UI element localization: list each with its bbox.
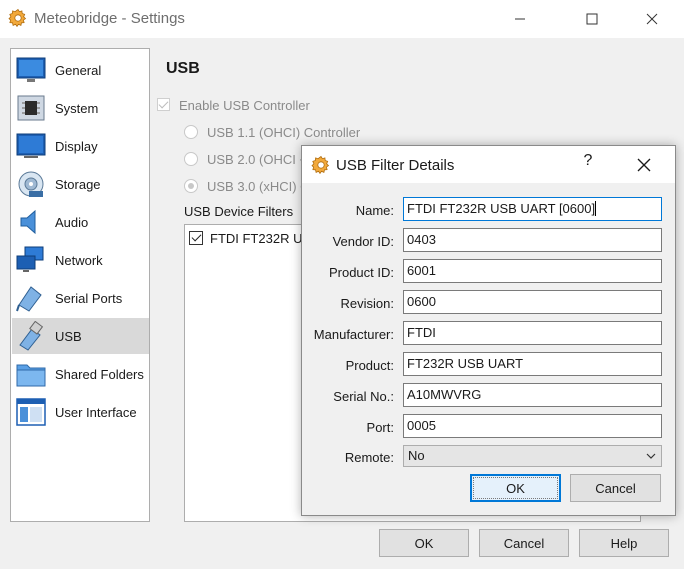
usb11-radio[interactable]: [184, 125, 198, 139]
remote-select[interactable]: No: [403, 445, 662, 467]
dialog-title: USB Filter Details: [336, 157, 455, 174]
usb-icon: [19, 321, 44, 351]
serial-field[interactable]: A10MWVRG: [403, 383, 662, 407]
sidebar-item-label: Network: [55, 253, 103, 268]
port-field[interactable]: 0005: [403, 414, 662, 438]
product-label: Product:: [345, 358, 394, 373]
gear-app-icon: [311, 155, 330, 175]
port-label: Port:: [366, 420, 394, 435]
remote-value: No: [408, 448, 425, 463]
usb30-radio[interactable]: [184, 179, 198, 193]
product-field[interactable]: FT232R USB UART: [403, 352, 662, 376]
gear-app-icon: [8, 8, 27, 28]
sidebar-item-label: General: [55, 63, 102, 78]
minimize-button[interactable]: [497, 0, 543, 38]
vendor-id-label: Vendor ID:: [332, 234, 394, 249]
sidebar-item-network[interactable]: Network: [12, 242, 149, 278]
dialog-close-icon[interactable]: [633, 154, 655, 176]
shared-folders-icon: [16, 364, 46, 387]
usb-filter-details-dialog: USB Filter Details ? Name: FTDI FT232R U…: [301, 145, 676, 516]
sidebar-item-user-interface[interactable]: User Interface: [12, 394, 149, 430]
dialog-help-button[interactable]: ?: [578, 152, 598, 174]
audio-icon: [20, 209, 36, 235]
usb11-label: USB 1.1 (OHCI) Controller: [207, 125, 361, 140]
remote-label: Remote:: [344, 450, 394, 465]
help-button[interactable]: Help: [579, 529, 669, 557]
sidebar-item-label: USB: [55, 329, 82, 344]
dialog-title-bar[interactable]: USB Filter Details ?: [302, 146, 675, 183]
usb20-radio[interactable]: [184, 152, 198, 166]
page-title: USB: [166, 60, 200, 77]
sidebar-item-usb[interactable]: USB: [12, 318, 149, 354]
manufacturer-label: Manufacturer:: [313, 327, 394, 342]
sidebar-item-serial-ports[interactable]: Serial Ports: [12, 280, 149, 316]
sidebar-item-system[interactable]: System: [12, 90, 149, 126]
sidebar-item-label: System: [55, 101, 99, 116]
settings-sidebar: General System Display Storage Audio Net…: [10, 48, 150, 522]
sidebar-item-display[interactable]: Display: [12, 128, 149, 164]
maximize-button[interactable]: [569, 0, 615, 38]
text-caret: [595, 201, 597, 216]
serial-label: Serial No.:: [333, 389, 394, 404]
filter-enabled-checkbox[interactable]: [189, 231, 203, 245]
sidebar-item-storage[interactable]: Storage: [12, 166, 149, 202]
dialog-ok-button[interactable]: OK: [470, 474, 561, 502]
revision-label: Revision:: [340, 296, 394, 311]
serial-ports-icon: [16, 286, 42, 312]
network-icon: [16, 246, 44, 272]
display-icon: [16, 133, 46, 158]
sidebar-item-audio[interactable]: Audio: [12, 204, 149, 240]
chevron-down-icon: [646, 453, 656, 459]
sidebar-item-label: Display: [55, 139, 98, 154]
sidebar-item-shared-folders[interactable]: Shared Folders: [12, 356, 149, 392]
revision-field[interactable]: 0600: [403, 290, 662, 314]
name-field[interactable]: FTDI FT232R USB UART [0600]: [403, 197, 662, 221]
product-id-label: Product ID:: [328, 265, 394, 280]
ok-button[interactable]: OK: [379, 529, 469, 557]
sidebar-item-general[interactable]: General: [12, 52, 149, 88]
vendor-id-field[interactable]: 0403: [403, 228, 662, 252]
usb-filters-label: USB Device Filters: [184, 204, 294, 219]
product-id-field[interactable]: 6001: [403, 259, 662, 283]
sidebar-item-label: User Interface: [55, 405, 137, 420]
close-button[interactable]: [629, 0, 675, 38]
enable-usb-checkbox[interactable]: [157, 98, 170, 111]
sidebar-item-label: Shared Folders: [55, 367, 144, 382]
maximize-icon: [586, 13, 598, 25]
sidebar-item-label: Audio: [55, 215, 89, 230]
title-bar[interactable]: Meteobridge - Settings: [0, 0, 684, 38]
window-title: Meteobridge - Settings: [34, 10, 185, 27]
storage-icon: [18, 171, 44, 197]
sidebar-item-label: Serial Ports: [55, 291, 123, 306]
enable-usb-label: Enable USB Controller: [179, 98, 310, 113]
name-value: FTDI FT232R USB UART [0600]: [407, 201, 596, 216]
cancel-button[interactable]: Cancel: [479, 529, 569, 557]
dialog-cancel-button[interactable]: Cancel: [570, 474, 661, 502]
system-icon: [17, 95, 45, 121]
manufacturer-field[interactable]: FTDI: [403, 321, 662, 345]
sidebar-item-label: Storage: [55, 177, 101, 192]
user-interface-icon: [16, 398, 46, 426]
general-icon: [16, 57, 46, 82]
minimize-icon: [515, 18, 525, 20]
name-label: Name:: [355, 203, 394, 218]
close-icon: [646, 13, 658, 25]
